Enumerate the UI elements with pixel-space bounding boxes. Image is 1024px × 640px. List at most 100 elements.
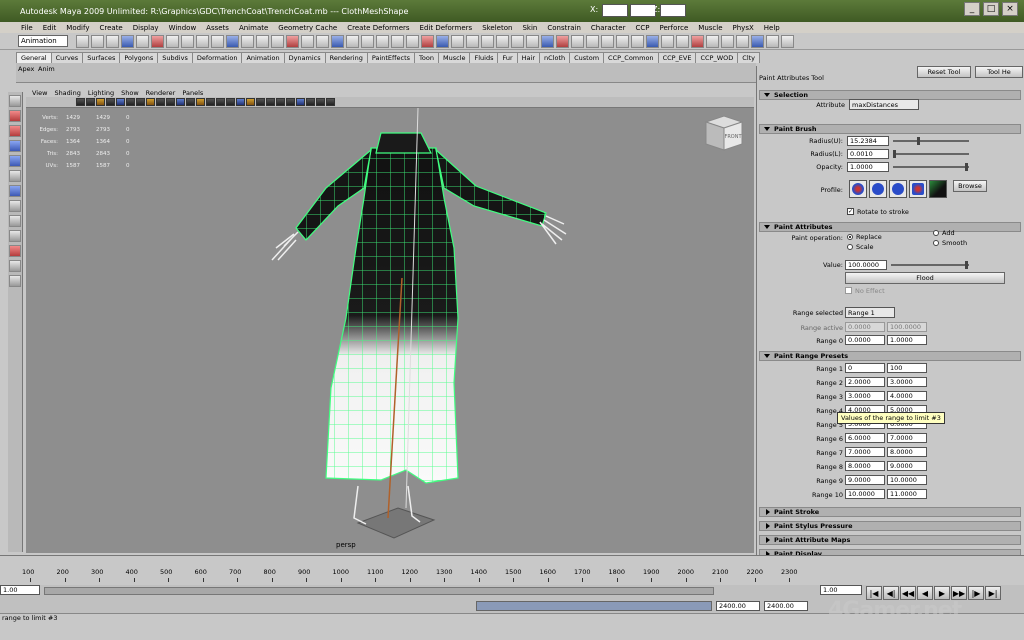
status-tool-icon[interactable] — [406, 34, 419, 48]
status-tool-icon[interactable] — [301, 34, 314, 48]
range-preset-min-field[interactable]: 0 — [845, 363, 885, 373]
status-tool-icon[interactable] — [706, 34, 719, 48]
add-radio[interactable] — [933, 230, 939, 236]
profile-solid-icon[interactable] — [889, 180, 907, 198]
range-preset-max-field[interactable]: 9.0000 — [887, 461, 927, 471]
go-to-end-icon[interactable]: ▶| — [985, 586, 1001, 600]
shelf-tab[interactable]: Deformation — [191, 52, 243, 63]
status-tool-icon[interactable] — [211, 34, 224, 48]
section-paint-range-presets[interactable]: Paint Range Presets — [759, 351, 1021, 361]
status-tool-icon[interactable] — [541, 34, 554, 48]
menu-item[interactable]: Geometry Cache — [273, 24, 342, 32]
status-tool-icon[interactable] — [511, 34, 524, 48]
range-selected-dropdown[interactable]: Range 1 — [845, 307, 895, 318]
status-tool-icon[interactable] — [391, 34, 404, 48]
status-tool-icon[interactable] — [766, 34, 779, 48]
current-time-field[interactable]: 1.00 — [820, 585, 862, 595]
status-tool-icon[interactable] — [196, 34, 209, 48]
no-effect-checkbox[interactable] — [845, 287, 852, 294]
range-slider-bar[interactable] — [44, 587, 714, 595]
menu-item[interactable]: Constrain — [542, 24, 586, 32]
shelf-tab[interactable]: Custom — [569, 52, 605, 63]
shelf-tab[interactable]: Rendering — [324, 52, 368, 63]
status-tool-icon[interactable] — [691, 34, 704, 48]
status-tool-icon[interactable] — [271, 34, 284, 48]
shelf-label-anim[interactable]: Anim — [38, 65, 55, 73]
range-preset-min-field[interactable]: 9.0000 — [845, 475, 885, 485]
range-preset-min-field[interactable]: 7.0000 — [845, 447, 885, 457]
status-tool-icon[interactable] — [616, 34, 629, 48]
shelf-tab[interactable]: CCP_WOD — [695, 52, 739, 63]
view-cube[interactable]: FRONT — [702, 112, 746, 152]
status-tool-icon[interactable] — [256, 34, 269, 48]
shelf-tab[interactable]: nCloth — [539, 52, 571, 63]
menu-item[interactable]: Create — [94, 24, 127, 32]
status-tool-icon[interactable] — [361, 34, 374, 48]
last-tool-icon[interactable] — [9, 230, 21, 242]
range-preset-min-field[interactable]: 3.0000 — [845, 391, 885, 401]
status-tool-icon[interactable] — [526, 34, 539, 48]
range-preset-max-field[interactable]: 8.0000 — [887, 447, 927, 457]
status-tool-icon[interactable] — [166, 34, 179, 48]
shelf-tab[interactable]: Muscle — [437, 52, 471, 63]
range-preset-max-field[interactable]: 3.0000 — [887, 377, 927, 387]
profile-soft-icon[interactable] — [869, 180, 887, 198]
menu-item[interactable]: Character — [586, 24, 631, 32]
status-tool-icon[interactable] — [316, 34, 329, 48]
status-tool-icon[interactable] — [106, 34, 119, 48]
menu-item[interactable]: Muscle — [693, 24, 727, 32]
tool-help-button[interactable]: Tool He — [975, 66, 1023, 78]
menu-item[interactable]: Assets — [201, 24, 234, 32]
range-preset-min-field[interactable]: 8.0000 — [845, 461, 885, 471]
shelf-tab[interactable]: Surfaces — [82, 52, 121, 63]
browse-button[interactable]: Browse — [953, 180, 987, 192]
attribute-dropdown[interactable]: maxDistances — [849, 99, 919, 110]
rotate-tool-icon[interactable] — [9, 155, 21, 167]
flood-button[interactable]: Flood — [845, 272, 1005, 284]
status-tool-icon[interactable] — [286, 34, 299, 48]
status-tool-icon[interactable] — [571, 34, 584, 48]
range-preset-min-field[interactable]: 6.0000 — [845, 433, 885, 443]
shelf-tab[interactable]: Subdivs — [157, 52, 193, 63]
profile-image-icon[interactable] — [929, 180, 947, 198]
menu-item[interactable]: CCP — [630, 24, 654, 32]
menu-item[interactable]: File — [16, 24, 38, 32]
menu-item[interactable]: PhysX — [728, 24, 759, 32]
rotate-to-stroke-checkbox[interactable]: ✓ — [847, 208, 854, 215]
mode-selector[interactable]: Animation — [18, 35, 68, 47]
status-tool-icon[interactable] — [736, 34, 749, 48]
menu-item[interactable]: Window — [164, 24, 202, 32]
scale-radio[interactable] — [847, 244, 853, 250]
range-preset-max-field[interactable]: 11.0000 — [887, 489, 927, 499]
profile-square-icon[interactable] — [909, 180, 927, 198]
close-icon[interactable]: × — [1002, 2, 1018, 16]
shelf-tab[interactable]: Curves — [50, 52, 84, 63]
shelf-tab[interactable]: Dynamics — [283, 52, 326, 63]
shelf-tab[interactable]: Hair — [516, 52, 541, 63]
menu-item[interactable]: Edit Deformers — [415, 24, 478, 32]
shelf-tab[interactable]: Fur — [497, 52, 518, 63]
range-preset-min-field[interactable]: 2.0000 — [845, 377, 885, 387]
shelf-tab[interactable]: Fluids — [469, 52, 499, 63]
menu-item[interactable]: Edit — [38, 24, 62, 32]
status-tool-icon[interactable] — [586, 34, 599, 48]
status-tool-icon[interactable] — [421, 34, 434, 48]
select-tool-icon[interactable] — [9, 95, 21, 107]
menu-item[interactable]: Animate — [234, 24, 273, 32]
layout-four-icon[interactable] — [9, 260, 21, 272]
radius-l-field[interactable]: 0.0010 — [847, 149, 889, 159]
shelf-tab[interactable]: Clty — [737, 52, 761, 63]
status-tool-icon[interactable] — [226, 34, 239, 48]
menu-item[interactable]: Skin — [517, 24, 542, 32]
status-tool-icon[interactable] — [601, 34, 614, 48]
replace-radio[interactable] — [847, 234, 853, 240]
opacity-field[interactable]: 1.0000 — [847, 162, 889, 172]
show-manipulator-icon[interactable] — [9, 215, 21, 227]
menu-item[interactable]: Create Deformers — [342, 24, 414, 32]
shelf-tab[interactable]: Animation — [241, 52, 285, 63]
value-slider[interactable] — [891, 261, 969, 269]
range-preset-max-field[interactable]: 7.0000 — [887, 433, 927, 443]
range-preset-max-field[interactable]: 100 — [887, 363, 927, 373]
playback-range-bar[interactable] — [476, 601, 712, 611]
status-tool-icon[interactable] — [136, 34, 149, 48]
